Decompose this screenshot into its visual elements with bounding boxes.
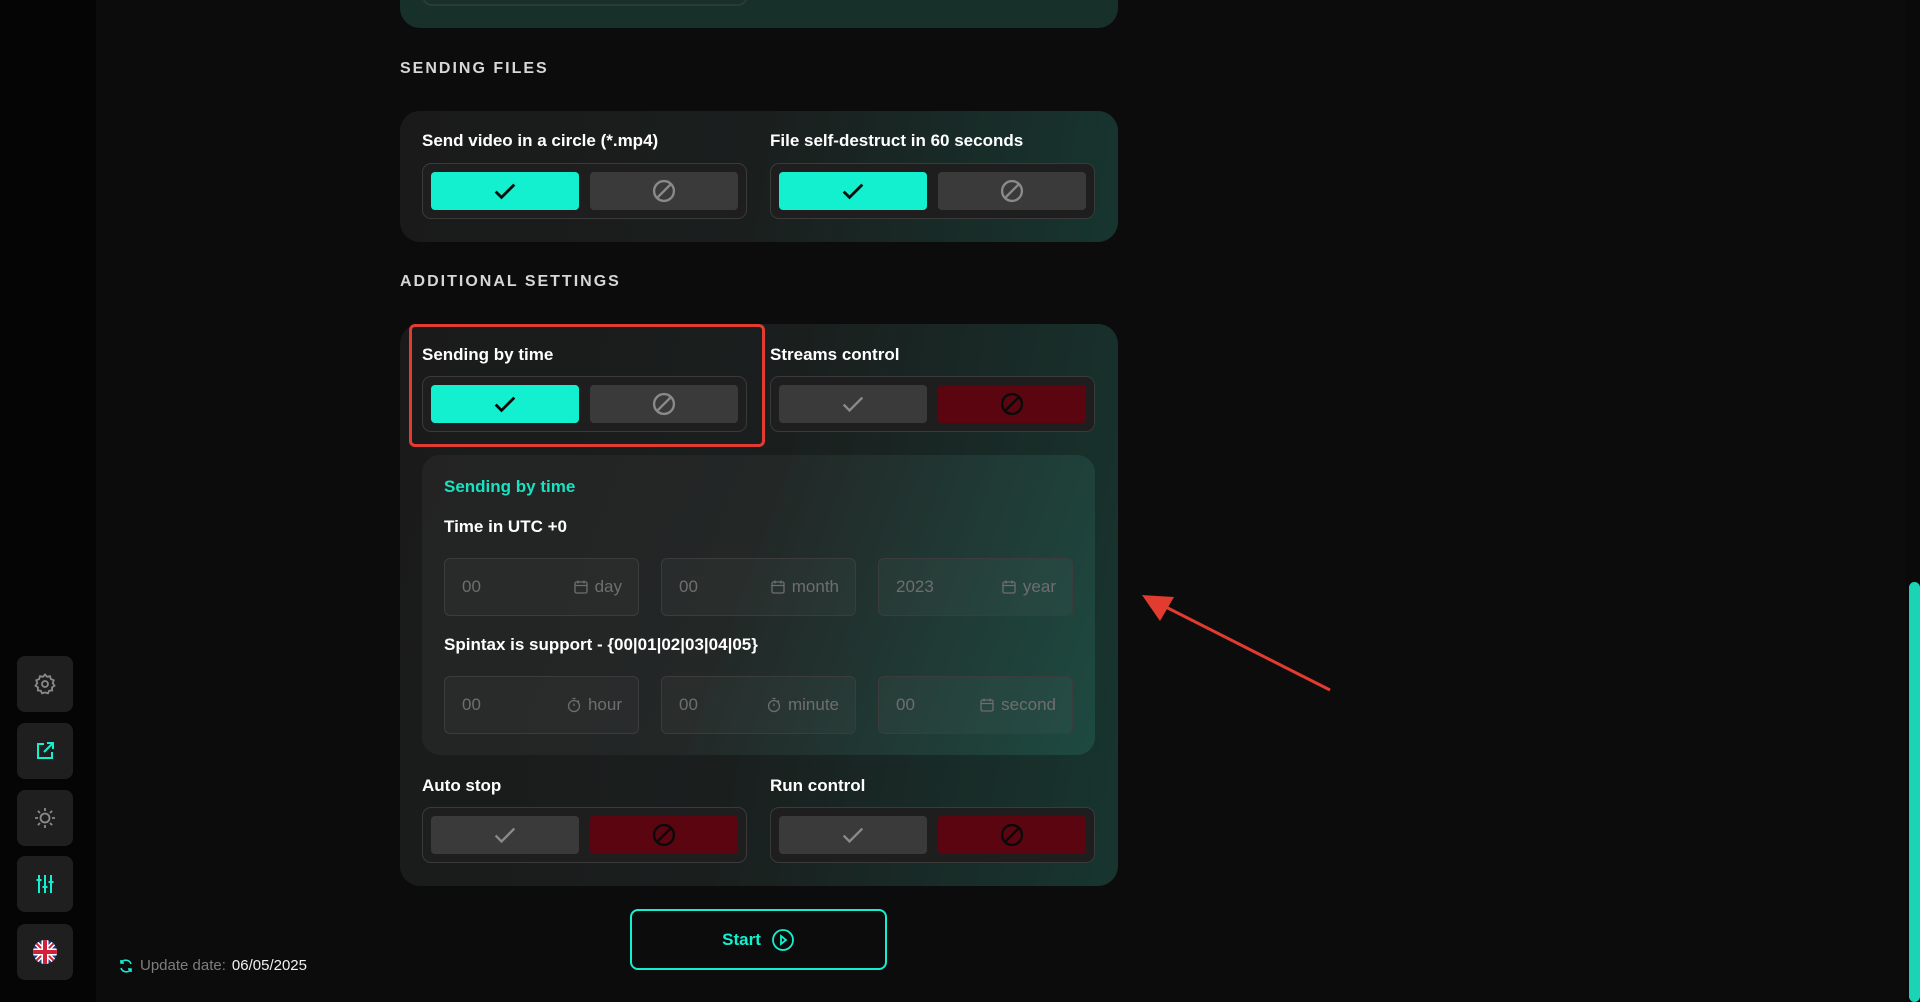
sending-by-time-card-title: Sending by time [444,477,576,496]
calendar-icon [980,698,994,712]
external-link-icon [37,742,54,759]
spintax-label: Spintax is support - {00|01|02|03|04|05} [444,635,758,654]
block-icon [1000,179,1024,203]
check-icon [494,183,516,200]
theme-button[interactable] [17,790,73,846]
second-placeholder: 00 [896,695,915,714]
minute-placeholder: 00 [679,695,698,714]
block-icon [1000,392,1024,416]
previous-panel [400,0,1118,28]
calendar-icon [1002,580,1016,594]
video-circle-disable-button[interactable] [590,172,738,210]
self-destruct-label: File self-destruct in 60 seconds [770,131,1024,150]
settings-button[interactable] [17,656,73,712]
run-control-disable-button[interactable] [938,816,1086,854]
update-date: Update date: 06/05/2025 [118,957,307,974]
sun-icon [35,808,55,828]
year-input[interactable]: 2023 year [878,558,1073,616]
day-placeholder: 00 [462,577,481,596]
month-placeholder: 00 [679,577,698,596]
year-unit: year [1022,577,1056,596]
play-circle-icon [771,928,794,951]
month-input[interactable]: 00 month [661,558,856,616]
self-destruct-disable-button[interactable] [938,172,1086,210]
auto-stop-enable-button[interactable] [431,816,579,854]
uk-flag-icon [33,940,57,964]
block-icon [652,179,676,203]
self-destruct-enable-button[interactable] [779,172,927,210]
video-circle-label: Send video in a circle (*.mp4) [422,131,659,150]
check-icon [494,827,516,844]
second-unit: second [1001,695,1056,714]
previous-panel-input [422,0,748,6]
month-unit: month [791,577,839,596]
stopwatch-icon [767,697,781,713]
auto-stop-toggle [422,807,747,863]
minute-unit: minute [787,695,839,714]
calendar-icon [771,580,785,594]
sidebar [0,0,96,1002]
app-root: SENDING FILES Send video in a circle (*.… [0,0,1920,1002]
run-control-label: Run control [770,776,866,795]
sending-files-panel: Send video in a circle (*.mp4) File self… [400,111,1118,242]
check-icon [842,396,864,413]
sliders-button[interactable] [17,856,73,912]
annotation-highlight-box [409,324,765,447]
auto-stop-disable-button[interactable] [590,816,738,854]
run-control-enable-button[interactable] [779,816,927,854]
start-button-label: Start [722,929,761,949]
language-button[interactable] [17,924,73,980]
stopwatch-icon [567,697,581,713]
annotation-arrow [1142,595,1331,692]
sending-by-time-card: Sending by time Time in UTC +0 00 day 00… [422,455,1095,755]
video-circle-enable-button[interactable] [431,172,579,210]
video-circle-toggle [422,163,747,219]
calendar-icon [573,580,588,594]
section-title-additional-settings: ADDITIONAL SETTINGS [400,273,621,290]
hour-input[interactable]: 00 hour [444,676,639,734]
streams-control-toggle [770,376,1095,432]
auto-stop-label: Auto stop [422,776,502,795]
external-link-button[interactable] [17,723,73,779]
hour-unit: hour [587,695,622,714]
gear-icon [34,673,56,695]
utc-label: Time in UTC +0 [444,517,567,536]
self-destruct-toggle [770,163,1095,219]
day-input[interactable]: 00 day [444,558,639,616]
update-date-value: 06/05/2025 [231,957,307,974]
block-icon [652,823,676,847]
refresh-icon [120,958,132,973]
section-title-sending-files: SENDING FILES [400,60,549,77]
run-control-toggle [770,807,1095,863]
minute-input[interactable]: 00 minute [661,676,856,734]
year-placeholder: 2023 [896,577,934,596]
check-icon [842,827,864,844]
streams-control-enable-button[interactable] [779,385,927,423]
update-date-label: Update date: [140,957,226,974]
block-icon [1000,823,1024,847]
check-icon [842,183,864,200]
scrollbar-thumb[interactable] [1909,582,1920,1002]
sliders-icon [36,875,54,893]
hour-placeholder: 00 [462,695,481,714]
streams-control-disable-button[interactable] [938,385,1086,423]
start-button[interactable]: Start [630,909,887,970]
second-input[interactable]: 00 second [878,676,1073,734]
streams-control-label: Streams control [770,345,900,364]
day-unit: day [594,577,622,596]
